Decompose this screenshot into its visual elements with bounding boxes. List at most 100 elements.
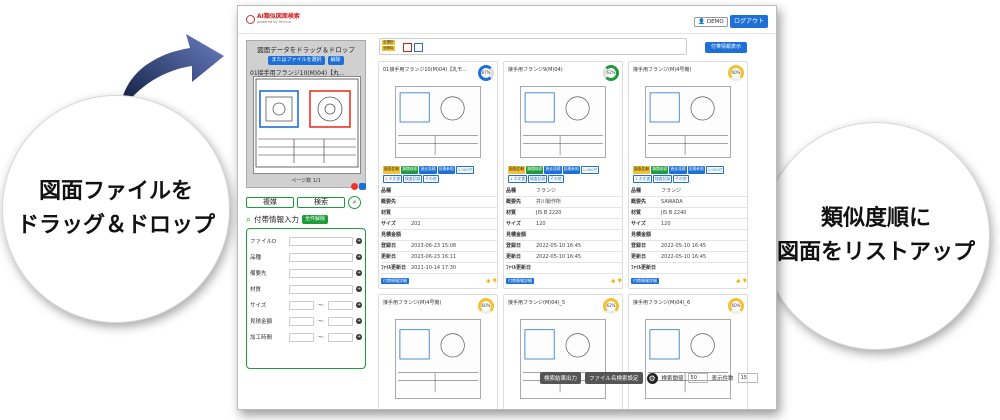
badge[interactable]: 見積参照: [437, 166, 455, 174]
display-count-input[interactable]: 15: [737, 373, 758, 383]
info-value: 2023-06-23 15:08: [411, 243, 457, 249]
add-icon[interactable]: +: [356, 254, 362, 260]
search-icon[interactable]: ⌕: [348, 196, 361, 209]
badge[interactable]: 類題検索: [651, 166, 669, 174]
logo-mark-icon: [246, 14, 255, 24]
info-key: 登録日: [381, 243, 397, 249]
badge[interactable]: 1.ネ文書: [508, 175, 528, 183]
drawing-thumbnail: [645, 86, 731, 158]
badge[interactable]: 過去見積: [419, 166, 437, 174]
badge[interactable]: 図面比較: [383, 166, 401, 174]
range-min-input[interactable]: [288, 316, 315, 326]
drop-zone[interactable]: 図面データをドラッグ＆ドロップ またはファイルを選択 解除 01接手用フランジ1…: [246, 40, 366, 190]
threshold-input[interactable]: 50: [687, 373, 708, 383]
badge[interactable]: 図面比較: [633, 166, 651, 174]
duplicate-button[interactable]: 複媒: [246, 197, 294, 208]
info-value: フランジ: [536, 188, 557, 194]
card-info: 品種 フランジ 概要先 SAWADA 材質 JIS B 2240 サイズ 120 見積金…: [631, 186, 747, 274]
drawing-lines-icon: [523, 92, 603, 156]
badge[interactable]: 見積参照: [687, 166, 705, 174]
badge[interactable]: その他: [673, 175, 689, 183]
add-icon[interactable]: +: [356, 334, 362, 340]
field-input[interactable]: [288, 284, 354, 294]
select-file-button[interactable]: またはファイルを選択: [268, 56, 325, 65]
similarity-ring: 87%: [478, 65, 494, 81]
detail-button[interactable]: 付帯情報詳細: [506, 278, 534, 284]
info-key: 材質: [381, 210, 392, 216]
badge[interactable]: 1.ネ文書: [633, 175, 653, 183]
badge[interactable]: 図面比較: [508, 166, 526, 174]
range-max-input[interactable]: [327, 316, 354, 326]
like-dislike-icon[interactable]: 👍 👎: [611, 278, 622, 284]
similarity-ring: 60%: [728, 298, 744, 314]
add-icon[interactable]: +: [356, 286, 362, 292]
result-card[interactable]: 接手用フランジ9(M)04) 62% 図面比較 類題検索 過去見積 見積参照 1,00…: [503, 61, 623, 289]
detail-button[interactable]: 付帯情報詳細: [631, 278, 659, 284]
badge[interactable]: 1,000セ: [455, 166, 475, 174]
clear-all-button[interactable]: 全件解除: [302, 215, 329, 224]
card-title: 接手用フランジ9(M)04): [508, 67, 563, 73]
info-value: SAWADA: [661, 199, 683, 205]
range-max-input[interactable]: [327, 300, 354, 310]
like-dislike-icon[interactable]: 👍 👎: [736, 278, 747, 284]
zoom-icon[interactable]: [359, 183, 366, 190]
info-key: 更新日: [631, 254, 647, 260]
search-button[interactable]: 検索: [297, 197, 345, 208]
add-icon[interactable]: +: [356, 270, 362, 276]
select-all-tag[interactable]: 全選択: [382, 40, 395, 45]
drop-title: 図面データをドラッグ＆ドロップ: [257, 46, 355, 54]
result-card[interactable]: 接手用フランジ(M)4号機) 60%: [378, 294, 498, 409]
add-icon[interactable]: +: [356, 238, 362, 244]
badge[interactable]: 見積参照: [562, 166, 580, 174]
filename-settings-button[interactable]: ファイル名検索設定: [585, 372, 643, 384]
info-key: 見積金額: [631, 232, 652, 238]
badge[interactable]: 検査記録: [403, 175, 423, 183]
like-dislike-icon[interactable]: 👍 👎: [486, 278, 497, 284]
similarity-ring: 60%: [728, 65, 744, 81]
range-min-input[interactable]: [288, 300, 315, 310]
field-input[interactable]: [288, 268, 354, 278]
clear-file-button[interactable]: 解除: [327, 56, 344, 65]
badge[interactable]: 1.ネ文書: [383, 175, 403, 183]
badge[interactable]: 検査記録: [528, 175, 548, 183]
badge[interactable]: 類題検索: [526, 166, 544, 174]
detail-button[interactable]: 付帯情報詳細: [381, 278, 409, 284]
result-card[interactable]: 接手用フランジ(M)04)_5 62%: [503, 294, 623, 409]
field-label: 品種: [250, 255, 262, 261]
range-min-input[interactable]: [288, 332, 315, 342]
info-value: 202: [411, 221, 421, 227]
info-key: 品種: [506, 188, 517, 194]
badge[interactable]: 過去見積: [669, 166, 687, 174]
badge[interactable]: 1,000セ: [705, 166, 725, 174]
info-key: ﾌｧｲﾙ更新日: [506, 265, 532, 271]
gear-icon[interactable]: ⚙: [646, 372, 658, 384]
info-key: 見積金額: [381, 232, 402, 238]
info-key: サイズ: [631, 221, 646, 227]
filter-checkbox-red[interactable]: [403, 43, 412, 52]
badge[interactable]: 1,000セ: [580, 166, 600, 174]
range-max-input[interactable]: [327, 332, 354, 342]
field-input[interactable]: [288, 236, 354, 246]
info-key: 材質: [631, 210, 642, 216]
similarity-ring: 62%: [603, 298, 619, 314]
field-input[interactable]: [288, 252, 354, 262]
badge[interactable]: その他: [548, 175, 564, 183]
drawing-lines-icon: [398, 92, 478, 156]
filter-checkbox-blue[interactable]: [414, 43, 423, 52]
badge[interactable]: その他: [423, 175, 439, 183]
badge[interactable]: 類題検索: [401, 166, 419, 174]
result-card[interactable]: 接手用フランジ(M)04)_6 60%: [628, 294, 748, 409]
remove-icon[interactable]: [351, 183, 358, 190]
add-icon[interactable]: +: [356, 318, 362, 324]
badge[interactable]: 検査記録: [653, 175, 673, 183]
user-button[interactable]: 👤 DEMO: [694, 17, 728, 27]
attr-display-toggle[interactable]: 付帯情報表示: [705, 42, 748, 53]
result-card[interactable]: 01接手用フランジ10(M)04)【丸モ... 87% 図面比較 類題検索 過去見積…: [378, 61, 498, 289]
card-title: 01接手用フランジ10(M)04)【丸モ...: [383, 67, 468, 73]
result-card[interactable]: 接手用フランジ(M)4号機) 60% 図面比較 類題検索 過去見積 見積参照 1,00…: [628, 61, 748, 289]
add-icon[interactable]: +: [356, 302, 362, 308]
export-button[interactable]: 検索結果出力: [540, 372, 582, 384]
logout-button[interactable]: ログアウト: [730, 15, 769, 28]
badge[interactable]: 過去見積: [544, 166, 562, 174]
deselect-all-tag[interactable]: 全解除: [382, 46, 395, 51]
